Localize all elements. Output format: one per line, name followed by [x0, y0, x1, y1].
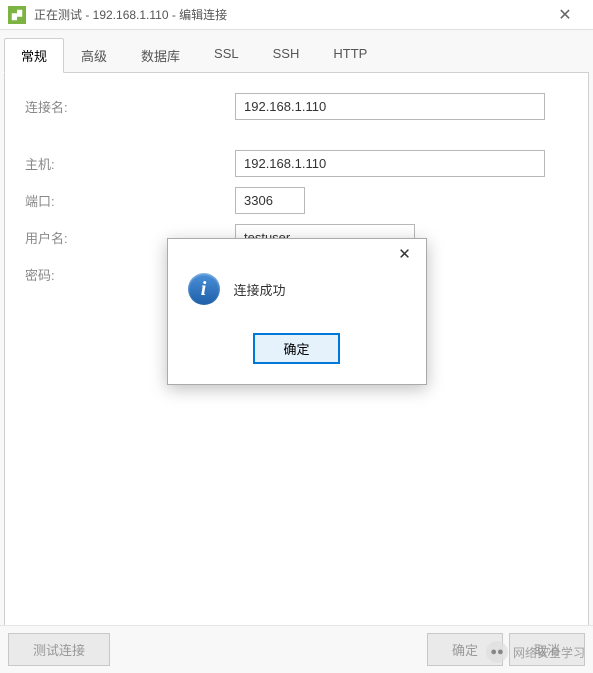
row-connection-name: 连接名:	[25, 93, 568, 120]
input-host[interactable]	[235, 150, 545, 177]
label-connection-name: 连接名:	[25, 97, 235, 116]
dialog-ok-button[interactable]: 确定	[253, 333, 339, 364]
wechat-icon: ●●	[486, 641, 508, 663]
tab-database[interactable]: 数据库	[124, 38, 197, 73]
input-connection-name[interactable]	[235, 93, 545, 120]
info-icon: i	[188, 273, 220, 305]
input-port[interactable]	[235, 187, 305, 214]
watermark-text: 网络安全学习	[513, 644, 585, 661]
tab-bar: 常规 高级 数据库 SSL SSH HTTP	[0, 30, 593, 73]
label-port: 端口:	[25, 191, 235, 210]
tab-advanced[interactable]: 高级	[64, 38, 124, 73]
success-dialog: ✕ i 连接成功 确定	[167, 238, 427, 385]
row-port: 端口:	[25, 187, 568, 214]
tab-http[interactable]: HTTP	[316, 38, 384, 73]
tab-ssl[interactable]: SSL	[197, 38, 256, 73]
app-icon	[8, 6, 26, 24]
dialog-body: i 连接成功	[168, 269, 426, 323]
dialog-close-button[interactable]: ✕	[390, 241, 420, 267]
test-connection-button[interactable]: 测试连接	[8, 633, 110, 666]
watermark: ●● 网络安全学习	[486, 641, 585, 663]
dialog-footer: 确定	[168, 323, 426, 384]
tab-general[interactable]: 常规	[4, 38, 64, 73]
label-host: 主机:	[25, 154, 235, 173]
dialog-titlebar: ✕	[168, 239, 426, 269]
dialog-message: 连接成功	[234, 280, 286, 299]
tab-ssh[interactable]: SSH	[256, 38, 317, 73]
row-host: 主机:	[25, 150, 568, 177]
window-title: 正在测试 - 192.168.1.110 - 编辑连接	[34, 6, 545, 23]
window-titlebar: 正在测试 - 192.168.1.110 - 编辑连接 ✕	[0, 0, 593, 30]
window-close-button[interactable]: ✕	[545, 0, 585, 30]
